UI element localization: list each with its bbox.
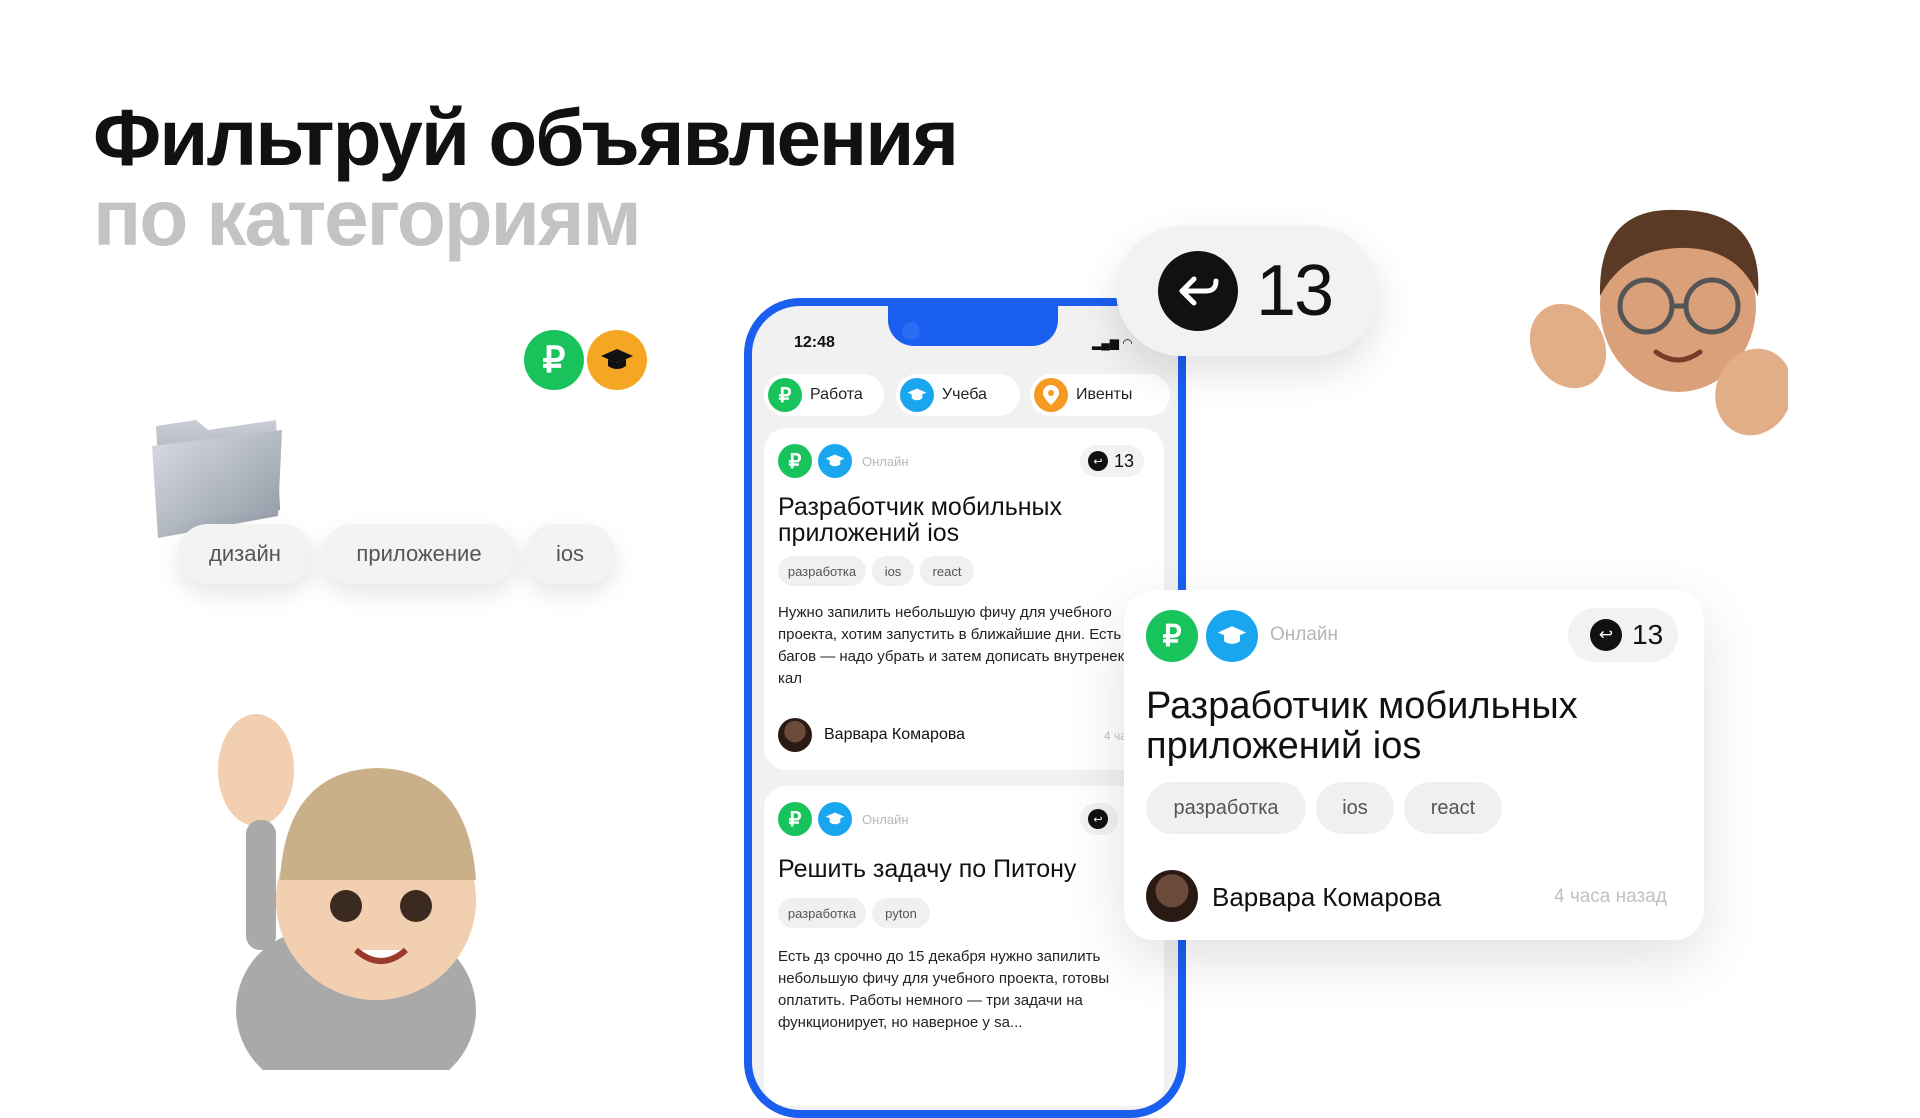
tag-chip[interactable]: разработка [1146, 782, 1306, 834]
listing-title-line: приложений ios [778, 519, 960, 547]
listing-title: Разработчик мобильных приложений ios [778, 494, 1062, 546]
category-tab-work[interactable]: ₽ Работа [764, 374, 884, 416]
online-status: Онлайн [1270, 624, 1339, 645]
ruble-icon: ₽ [1146, 610, 1198, 662]
tag-chip[interactable]: ios [1316, 782, 1394, 834]
ruble-icon: ₽ [778, 802, 812, 836]
category-tab-study[interactable]: Учеба [896, 374, 1020, 416]
headline-subtitle: по категориям [93, 173, 642, 262]
reply-count: ↩ 13 [1080, 445, 1145, 477]
graduation-cap-icon [587, 330, 647, 390]
tag-chip[interactable]: ios [525, 524, 615, 584]
graduation-cap-icon [900, 378, 934, 412]
online-status: Онлайн [862, 454, 909, 469]
graduation-cap-icon [818, 802, 852, 836]
camera-icon [902, 322, 920, 340]
folder-icon [148, 406, 288, 540]
category-label: Ивенты [1076, 386, 1133, 403]
avatar [778, 718, 812, 752]
tag-chip[interactable]: react [1404, 782, 1502, 834]
reply-icon [1158, 251, 1238, 331]
reply-count: ↩ [1080, 803, 1118, 835]
reply-count-value: 13 [1114, 450, 1135, 471]
reply-icon: ↩ [1590, 619, 1622, 651]
graduation-cap-icon [818, 444, 852, 478]
listing-card[interactable]: ₽ Онлайн ↩ Решить задачу по Питону разра… [764, 786, 1164, 1106]
tag-chip[interactable]: разработка [778, 556, 866, 586]
author-name: Варвара Комарова [1212, 882, 1442, 912]
category-tab-events[interactable]: Ивенты [1030, 374, 1170, 416]
reply-count-value: 13 [1632, 619, 1664, 650]
listing-title: Решить задачу по Питону [778, 855, 1077, 883]
phone-mockup: 12:48 ▂▄▆ ◠ ₽ Работа Учеба Ивенты ₽ Онла… [744, 298, 1186, 1118]
reply-icon: ↩ [1088, 451, 1108, 471]
headline-title: Фильтруй объявления [93, 93, 959, 182]
ruble-icon: ₽ [778, 444, 812, 478]
tag-chip[interactable]: приложение [322, 524, 516, 584]
status-time: 12:48 [794, 334, 835, 351]
tag-chip[interactable]: react [920, 556, 974, 586]
author-name: Варвара Комарова [824, 726, 966, 743]
graduation-cap-icon [1206, 610, 1258, 662]
memoji-waving-girl [206, 710, 506, 1090]
ruble-icon: ₽ [768, 378, 802, 412]
avatar [1146, 870, 1198, 922]
listing-description: Есть дз срочно до 15 декабря нужно запил… [778, 948, 1110, 1031]
tag-chip[interactable]: разработка [778, 898, 866, 928]
ruble-icon: ₽ [524, 330, 584, 390]
listing-title-line: Разработчик мобильных [778, 493, 1062, 521]
memoji-waving-boy [1528, 196, 1793, 446]
reply-icon: ↩ [1088, 809, 1108, 829]
listing-title-line: Разработчик мобильных [1146, 685, 1578, 727]
tag-chip[interactable]: pyton [872, 898, 930, 928]
posted-time: 4 часа назад [1554, 886, 1667, 907]
signal-wifi-battery-icon: ▂▄▆ ◠ [1092, 336, 1133, 350]
reply-count-value: 13 [1256, 251, 1334, 331]
listing-card-enlarged[interactable]: ₽ Онлайн ↩ 13 Разработчик мобильных прил… [1124, 590, 1704, 940]
listing-title-line: приложений ios [1146, 725, 1422, 767]
listing-card[interactable]: ₽ Онлайн ↩ 13 Разработчик мобильных прил… [764, 428, 1164, 770]
reply-count-badge: 13 [1116, 226, 1378, 356]
online-status: Онлайн [862, 812, 909, 827]
category-label: Учеба [942, 386, 987, 403]
reply-count: ↩ 13 [1568, 608, 1678, 662]
category-label: Работа [810, 386, 863, 403]
tag-chip[interactable]: ios [872, 556, 914, 586]
listing-title: Разработчик мобильных приложений ios [1146, 686, 1578, 766]
tag-chip[interactable]: дизайн [178, 524, 312, 584]
location-pin-icon [1034, 378, 1068, 412]
listing-description: Нужно запилить небольшую фичу для учебно… [778, 604, 1158, 687]
